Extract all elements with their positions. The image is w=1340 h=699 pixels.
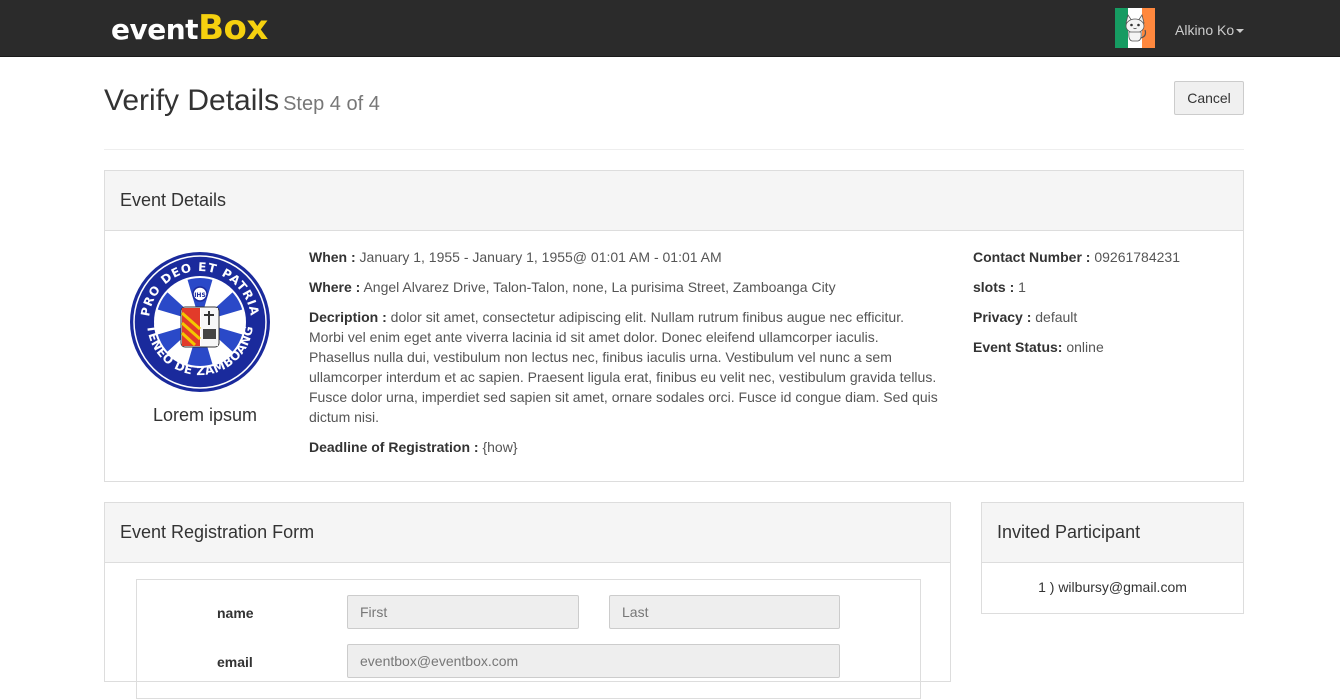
registration-form-panel: Event Registration Form name First Last … — [104, 502, 951, 699]
status-row: Event Status: online — [973, 337, 1233, 357]
status-value: online — [1066, 339, 1104, 355]
header-divider — [104, 149, 1244, 150]
brand-logo[interactable]: eventBox — [111, 8, 268, 54]
where-label: Where : — [309, 279, 361, 295]
logo-caption: Lorem ipsum — [152, 405, 258, 425]
page-title-text: Verify Details — [104, 84, 280, 117]
last-name-input[interactable]: Last — [609, 595, 840, 629]
event-details-heading: Event Details — [105, 171, 1243, 231]
description-value: dolor sit amet, consectetur adipiscing e… — [309, 309, 938, 425]
contact-row: Contact Number : 09261784231 — [973, 247, 1233, 267]
description-label: Decription : — [309, 309, 387, 325]
privacy-label: Privacy : — [973, 309, 1032, 325]
event-meta: Contact Number : 09261784231 slots : 1 P… — [973, 247, 1233, 367]
invited-participant-heading: Invited Participant — [982, 503, 1243, 563]
when-value: January 1, 1955 - January 1, 1955@ 01:01… — [359, 249, 722, 265]
deadline-label: Deadline of Registration : — [309, 439, 479, 455]
avatar[interactable] — [1115, 8, 1155, 48]
page-title: Verify Details Step 4 of 4 — [104, 84, 380, 118]
svg-text:IHS: IHS — [194, 292, 206, 299]
name-label: name — [217, 605, 254, 621]
step-indicator: Step 4 of 4 — [283, 93, 380, 115]
privacy-row: Privacy : default — [973, 307, 1233, 327]
email-label: email — [217, 654, 253, 670]
first-name-input[interactable]: First — [347, 595, 579, 629]
brand-box-text: Box — [198, 8, 268, 48]
brand-event-text: event — [111, 13, 199, 46]
slots-label: slots : — [973, 279, 1015, 295]
contact-label: Contact Number : — [973, 249, 1091, 265]
event-logo-column: IHS PRO DEO ET PATRIA ATENEO DE ZAMBOANG… — [105, 231, 305, 481]
when-row: When : January 1, 1955 - January 1, 1955… — [309, 247, 939, 267]
user-menu-toggle[interactable]: Alkino Ko — [1175, 22, 1245, 38]
where-row: Where : Angel Alvarez Drive, Talon-Talon… — [309, 277, 939, 297]
slots-value: 1 — [1018, 279, 1026, 295]
invited-participant-panel: Invited Participant 1 ) wilbursy@gmail.c… — [981, 502, 1244, 614]
cancel-button[interactable]: Cancel — [1174, 81, 1244, 115]
registration-form: name First Last email eventbox@eventbox.… — [136, 579, 921, 699]
school-seal-icon: IHS PRO DEO ET PATRIA ATENEO DE ZAMBOANG… — [127, 249, 270, 392]
top-navbar: eventBox Alkino Ko — [0, 0, 1340, 57]
description-row: Decription : dolor sit amet, consectetur… — [309, 307, 939, 427]
when-label: When : — [309, 249, 356, 265]
slots-row: slots : 1 — [973, 277, 1233, 297]
event-details-panel: Event Details IHS PRO DEO ET PATRIA TENE… — [104, 170, 1244, 482]
status-label: Event Status: — [973, 339, 1063, 355]
privacy-value: default — [1035, 309, 1078, 325]
contact-value: 09261784231 — [1094, 249, 1180, 265]
event-info: When : January 1, 1955 - January 1, 1955… — [309, 247, 939, 467]
user-name: Alkino Ko — [1175, 22, 1235, 38]
email-input[interactable]: eventbox@eventbox.com — [347, 644, 840, 678]
cat-icon — [1125, 14, 1147, 42]
registration-form-heading: Event Registration Form — [105, 503, 950, 563]
list-item: 1 ) wilbursy@gmail.com — [1038, 579, 1187, 595]
deadline-value: {how} — [482, 439, 518, 455]
deadline-row: Deadline of Registration : {how} — [309, 437, 939, 457]
chevron-down-icon — [1236, 29, 1245, 34]
where-value: Angel Alvarez Drive, Talon-Talon, none, … — [363, 279, 836, 295]
